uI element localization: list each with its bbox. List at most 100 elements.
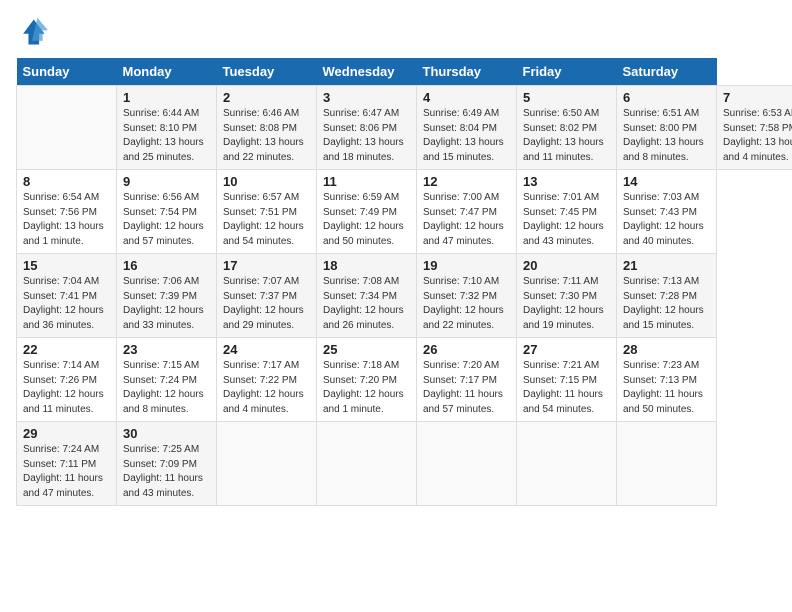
day-info: Sunrise: 6:50 AMSunset: 8:02 PMDaylight:… [523, 108, 604, 163]
day-cell: 5 Sunrise: 6:50 AMSunset: 8:02 PMDayligh… [517, 86, 617, 170]
day-cell: 28 Sunrise: 7:23 AMSunset: 7:13 PMDaylig… [617, 338, 717, 422]
day-cell: 12 Sunrise: 7:00 AMSunset: 7:47 PMDaylig… [417, 170, 517, 254]
day-cell: 4 Sunrise: 6:49 AMSunset: 8:04 PMDayligh… [417, 86, 517, 170]
day-number: 1 [123, 90, 210, 105]
day-number: 5 [523, 90, 610, 105]
day-info: Sunrise: 7:07 AMSunset: 7:37 PMDaylight:… [223, 276, 304, 331]
day-cell: 14 Sunrise: 7:03 AMSunset: 7:43 PMDaylig… [617, 170, 717, 254]
day-cell: 16 Sunrise: 7:06 AMSunset: 7:39 PMDaylig… [117, 254, 217, 338]
day-cell: 26 Sunrise: 7:20 AMSunset: 7:17 PMDaylig… [417, 338, 517, 422]
day-number: 24 [223, 342, 310, 357]
day-cell [317, 422, 417, 506]
logo [16, 16, 52, 48]
day-info: Sunrise: 7:11 AMSunset: 7:30 PMDaylight:… [523, 276, 604, 331]
day-cell: 10 Sunrise: 6:57 AMSunset: 7:51 PMDaylig… [217, 170, 317, 254]
day-cell: 24 Sunrise: 7:17 AMSunset: 7:22 PMDaylig… [217, 338, 317, 422]
header-row: SundayMondayTuesdayWednesdayThursdayFrid… [17, 58, 792, 86]
day-number: 23 [123, 342, 210, 357]
day-number: 2 [223, 90, 310, 105]
day-number: 19 [423, 258, 510, 273]
day-info: Sunrise: 7:23 AMSunset: 7:13 PMDaylight:… [623, 360, 703, 415]
day-number: 26 [423, 342, 510, 357]
day-number: 28 [623, 342, 710, 357]
day-cell [417, 422, 517, 506]
day-info: Sunrise: 6:54 AMSunset: 7:56 PMDaylight:… [23, 192, 104, 247]
day-info: Sunrise: 7:20 AMSunset: 7:17 PMDaylight:… [423, 360, 503, 415]
day-number: 6 [623, 90, 710, 105]
day-number: 15 [23, 258, 110, 273]
col-header-monday: Monday [117, 58, 217, 86]
day-info: Sunrise: 7:00 AMSunset: 7:47 PMDaylight:… [423, 192, 504, 247]
day-cell [617, 422, 717, 506]
week-row-5: 29 Sunrise: 7:24 AMSunset: 7:11 PMDaylig… [17, 422, 792, 506]
day-number: 20 [523, 258, 610, 273]
day-cell: 19 Sunrise: 7:10 AMSunset: 7:32 PMDaylig… [417, 254, 517, 338]
day-info: Sunrise: 7:13 AMSunset: 7:28 PMDaylight:… [623, 276, 704, 331]
day-cell: 9 Sunrise: 6:56 AMSunset: 7:54 PMDayligh… [117, 170, 217, 254]
day-number: 8 [23, 174, 110, 189]
header [16, 16, 776, 48]
day-cell: 17 Sunrise: 7:07 AMSunset: 7:37 PMDaylig… [217, 254, 317, 338]
day-number: 10 [223, 174, 310, 189]
day-info: Sunrise: 7:10 AMSunset: 7:32 PMDaylight:… [423, 276, 504, 331]
day-info: Sunrise: 7:04 AMSunset: 7:41 PMDaylight:… [23, 276, 104, 331]
day-cell [517, 422, 617, 506]
page: SundayMondayTuesdayWednesdayThursdayFrid… [0, 0, 792, 516]
day-cell: 27 Sunrise: 7:21 AMSunset: 7:15 PMDaylig… [517, 338, 617, 422]
day-info: Sunrise: 7:08 AMSunset: 7:34 PMDaylight:… [323, 276, 404, 331]
day-cell: 6 Sunrise: 6:51 AMSunset: 8:00 PMDayligh… [617, 86, 717, 170]
day-info: Sunrise: 6:57 AMSunset: 7:51 PMDaylight:… [223, 192, 304, 247]
week-row-3: 15 Sunrise: 7:04 AMSunset: 7:41 PMDaylig… [17, 254, 792, 338]
day-number: 4 [423, 90, 510, 105]
day-info: Sunrise: 6:56 AMSunset: 7:54 PMDaylight:… [123, 192, 204, 247]
day-cell: 1 Sunrise: 6:44 AMSunset: 8:10 PMDayligh… [117, 86, 217, 170]
day-number: 12 [423, 174, 510, 189]
day-cell: 18 Sunrise: 7:08 AMSunset: 7:34 PMDaylig… [317, 254, 417, 338]
calendar-table: SundayMondayTuesdayWednesdayThursdayFrid… [16, 58, 792, 506]
day-info: Sunrise: 7:03 AMSunset: 7:43 PMDaylight:… [623, 192, 704, 247]
day-number: 22 [23, 342, 110, 357]
day-number: 16 [123, 258, 210, 273]
day-cell [217, 422, 317, 506]
day-number: 3 [323, 90, 410, 105]
day-cell: 25 Sunrise: 7:18 AMSunset: 7:20 PMDaylig… [317, 338, 417, 422]
day-number: 11 [323, 174, 410, 189]
day-number: 18 [323, 258, 410, 273]
day-info: Sunrise: 7:25 AMSunset: 7:09 PMDaylight:… [123, 444, 203, 499]
day-cell: 8 Sunrise: 6:54 AMSunset: 7:56 PMDayligh… [17, 170, 117, 254]
day-info: Sunrise: 6:49 AMSunset: 8:04 PMDaylight:… [423, 108, 504, 163]
day-cell: 20 Sunrise: 7:11 AMSunset: 7:30 PMDaylig… [517, 254, 617, 338]
day-cell: 22 Sunrise: 7:14 AMSunset: 7:26 PMDaylig… [17, 338, 117, 422]
col-header-tuesday: Tuesday [217, 58, 317, 86]
day-info: Sunrise: 7:24 AMSunset: 7:11 PMDaylight:… [23, 444, 103, 499]
day-number: 17 [223, 258, 310, 273]
day-info: Sunrise: 6:53 AMSunset: 7:58 PMDaylight:… [723, 108, 792, 163]
day-info: Sunrise: 7:18 AMSunset: 7:20 PMDaylight:… [323, 360, 404, 415]
logo-icon [16, 16, 48, 48]
col-header-thursday: Thursday [417, 58, 517, 86]
day-info: Sunrise: 7:14 AMSunset: 7:26 PMDaylight:… [23, 360, 104, 415]
day-cell: 21 Sunrise: 7:13 AMSunset: 7:28 PMDaylig… [617, 254, 717, 338]
day-cell: 15 Sunrise: 7:04 AMSunset: 7:41 PMDaylig… [17, 254, 117, 338]
day-info: Sunrise: 6:46 AMSunset: 8:08 PMDaylight:… [223, 108, 304, 163]
week-row-2: 8 Sunrise: 6:54 AMSunset: 7:56 PMDayligh… [17, 170, 792, 254]
col-header-friday: Friday [517, 58, 617, 86]
day-number: 13 [523, 174, 610, 189]
day-number: 29 [23, 426, 110, 441]
day-cell: 2 Sunrise: 6:46 AMSunset: 8:08 PMDayligh… [217, 86, 317, 170]
day-number: 21 [623, 258, 710, 273]
col-header-sunday: Sunday [17, 58, 117, 86]
day-number: 14 [623, 174, 710, 189]
day-cell: 3 Sunrise: 6:47 AMSunset: 8:06 PMDayligh… [317, 86, 417, 170]
week-row-4: 22 Sunrise: 7:14 AMSunset: 7:26 PMDaylig… [17, 338, 792, 422]
week-row-1: 1 Sunrise: 6:44 AMSunset: 8:10 PMDayligh… [17, 86, 792, 170]
day-info: Sunrise: 7:06 AMSunset: 7:39 PMDaylight:… [123, 276, 204, 331]
col-header-saturday: Saturday [617, 58, 717, 86]
day-cell: 30 Sunrise: 7:25 AMSunset: 7:09 PMDaylig… [117, 422, 217, 506]
day-number: 30 [123, 426, 210, 441]
day-info: Sunrise: 7:17 AMSunset: 7:22 PMDaylight:… [223, 360, 304, 415]
col-header-wednesday: Wednesday [317, 58, 417, 86]
day-number: 9 [123, 174, 210, 189]
day-number: 25 [323, 342, 410, 357]
day-cell: 29 Sunrise: 7:24 AMSunset: 7:11 PMDaylig… [17, 422, 117, 506]
